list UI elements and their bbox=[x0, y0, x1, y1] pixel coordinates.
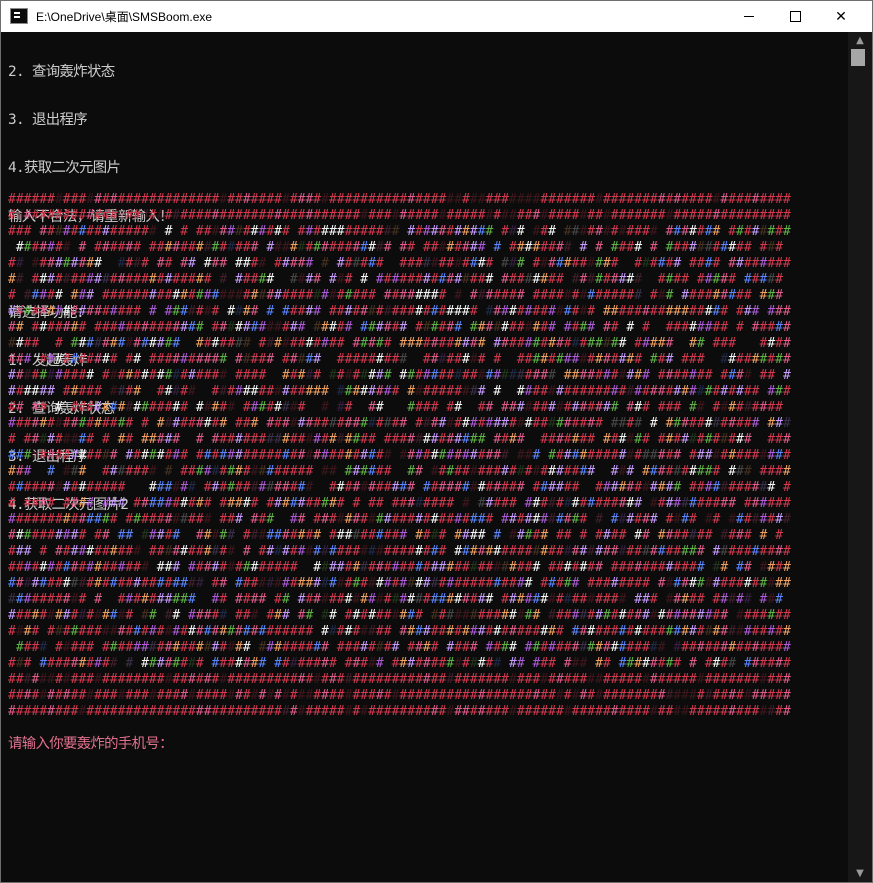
ascii-art-row: ###### ##### #### ##### ############### … bbox=[8, 384, 791, 399]
window-title: E:\OneDrive\桌面\SMSBoom.exe bbox=[36, 10, 213, 24]
ascii-art-row: # ######### # ## ##### # ###############… bbox=[8, 432, 791, 447]
ascii-art-row: ### ########## ## ########## ##### #####… bbox=[8, 352, 791, 367]
ascii-art-row: ### ############### # # ############ ###… bbox=[8, 224, 791, 239]
ascii-art-row: ################# # ####### #### # #####… bbox=[8, 304, 791, 319]
ascii-art-row: ## ####### ############## ############ #… bbox=[8, 320, 791, 335]
ascii-art-row: ########## # ########## ## #### ## #####… bbox=[8, 592, 783, 607]
title-bar[interactable]: E:\OneDrive\桌面\SMSBoom.exe ✕ bbox=[1, 1, 872, 32]
ascii-art-row: # ##### ### ############################… bbox=[8, 288, 783, 303]
maximize-button[interactable] bbox=[772, 1, 818, 32]
ascii-art-row: ########### ################ #### ##### … bbox=[8, 368, 791, 383]
scroll-down-arrow-icon[interactable]: ▼ bbox=[848, 865, 872, 882]
ascii-art-row: ## ######### #### ## ## ### #### ##### #… bbox=[8, 256, 791, 271]
ascii-art-row: ########################################… bbox=[8, 208, 791, 223]
console-line: 3. 退出程序 bbox=[8, 112, 88, 129]
ascii-art-row: #### # ############## ####### ##########… bbox=[8, 336, 791, 351]
ascii-art-row: ### ########## # ######## ####### ######… bbox=[8, 656, 791, 671]
ascii-art-row: ########################################… bbox=[8, 688, 791, 703]
phone-number-prompt: 请输入你要轰炸的手机号： bbox=[8, 736, 174, 752]
close-button[interactable]: ✕ bbox=[818, 1, 864, 32]
ascii-art-row: ########################################… bbox=[8, 704, 791, 719]
ascii-art-row: ### # ########### ########### # ########… bbox=[8, 544, 791, 559]
scroll-up-arrow-icon[interactable]: ▲ bbox=[848, 32, 872, 49]
ascii-art-row: ################## ### ############## ##… bbox=[8, 560, 791, 575]
ascii-art-row: ####### # ###### ############## ########… bbox=[15, 240, 783, 255]
ascii-art-row: ########################################… bbox=[8, 672, 791, 687]
ascii-art-row: #### ################################## … bbox=[8, 624, 791, 639]
ascii-art-row: # #### #### ### ########## ##### #######… bbox=[8, 496, 791, 511]
ascii-art-row: ######################### ## ###########… bbox=[8, 576, 791, 591]
ascii-art-row: ########################################… bbox=[8, 192, 791, 207]
console-app-icon bbox=[10, 8, 28, 24]
console-output[interactable]: 2. 查询轰炸状态 3. 退出程序 4.获取二次元图片 输入不合法，请重新输入！… bbox=[1, 32, 848, 882]
console-line: 2. 查询轰炸状态 bbox=[8, 64, 115, 81]
ascii-art-row: ################ ## ## ##### ### ### ## … bbox=[8, 608, 791, 623]
ascii-art-row: ############## ########### ### ### ## ##… bbox=[8, 512, 791, 527]
ascii-art-row: ## ####################### # ##### #### … bbox=[8, 272, 783, 287]
console-window: E:\OneDrive\桌面\SMSBoom.exe ✕ 2. 查询轰炸状态 3… bbox=[0, 0, 873, 883]
minimize-button[interactable] bbox=[726, 1, 772, 32]
vertical-scrollbar[interactable]: ▲ ▼ bbox=[848, 32, 872, 882]
ascii-art-image: ########################################… bbox=[8, 192, 808, 767]
close-icon: ✕ bbox=[835, 8, 847, 25]
ascii-art-row: ############## ######## ################… bbox=[8, 448, 791, 463]
maximize-icon bbox=[789, 11, 801, 22]
ascii-art-row: ################ # ######### ### #######… bbox=[8, 416, 791, 431]
scrollbar-thumb[interactable] bbox=[851, 49, 865, 66]
ascii-art-row: ### # ### ####### # ################# ##… bbox=[8, 464, 791, 479]
ascii-art-row: ## ## # ############### ##### ######## #… bbox=[8, 400, 783, 415]
console-line: 4.获取二次元图片 bbox=[8, 160, 121, 177]
ascii-art-row: ############### ###### ############## ##… bbox=[8, 480, 791, 495]
minimize-icon bbox=[744, 16, 754, 17]
ascii-art-row: #### ##### ################### #########… bbox=[15, 640, 791, 655]
ascii-art-row: ########## ## ## ##### ##### ########## … bbox=[8, 528, 783, 543]
